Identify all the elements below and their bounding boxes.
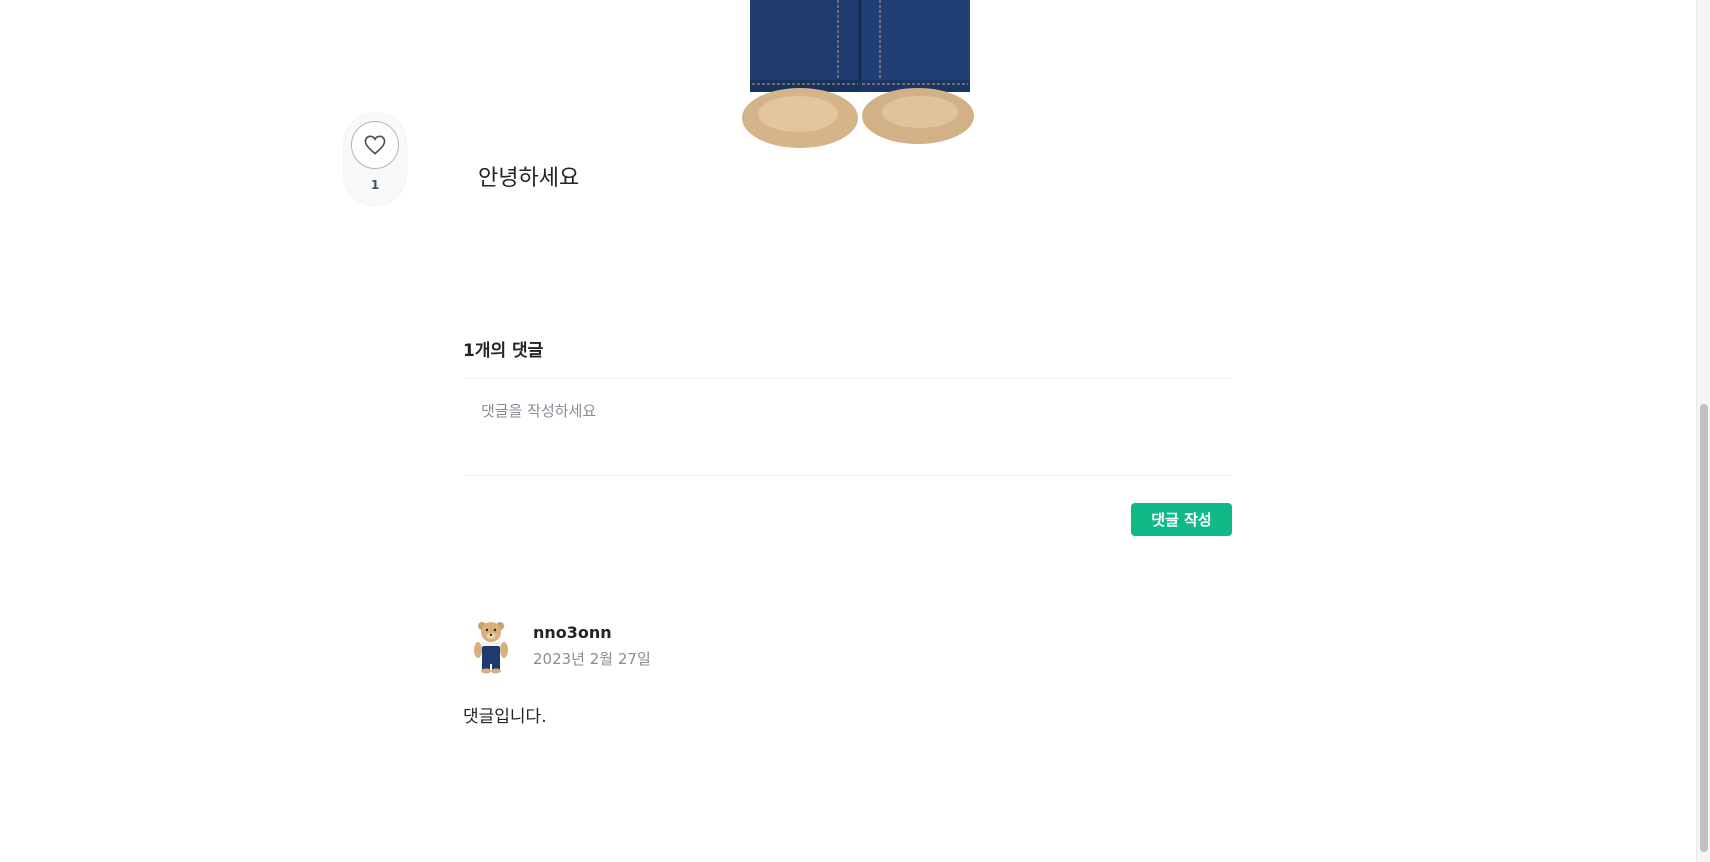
post-body-text: 안녕하세요 <box>478 166 580 191</box>
post-image <box>738 0 984 150</box>
comment-text: 댓글입니다. <box>463 707 547 727</box>
comment-date: 2023년 2월 27일 <box>533 650 651 668</box>
submit-comment-button[interactable]: 댓글 작성 <box>1131 503 1232 536</box>
comment-input[interactable] <box>463 378 1232 476</box>
like-count: 1 <box>370 178 380 192</box>
comment-author[interactable]: nno3onn <box>533 623 651 642</box>
like-button[interactable] <box>351 121 399 169</box>
bear-avatar-icon <box>474 622 508 674</box>
page-scrollbar[interactable] <box>1696 0 1710 862</box>
like-sidebar: 1 <box>343 112 407 206</box>
scrollbar-thumb[interactable] <box>1700 404 1708 852</box>
comment-item: nno3onn 2023년 2월 27일 댓글입니다. <box>463 618 1232 727</box>
heart-icon <box>364 135 386 155</box>
avatar[interactable] <box>463 618 519 674</box>
comments-count-title: 1개의 댓글 <box>463 341 544 361</box>
post-page: 1 안녕하세요 1개의 댓글 댓글 작성 <box>0 0 1710 862</box>
comment-header: nno3onn 2023년 2월 27일 <box>463 618 1232 674</box>
comment-meta: nno3onn 2023년 2월 27일 <box>533 623 651 669</box>
